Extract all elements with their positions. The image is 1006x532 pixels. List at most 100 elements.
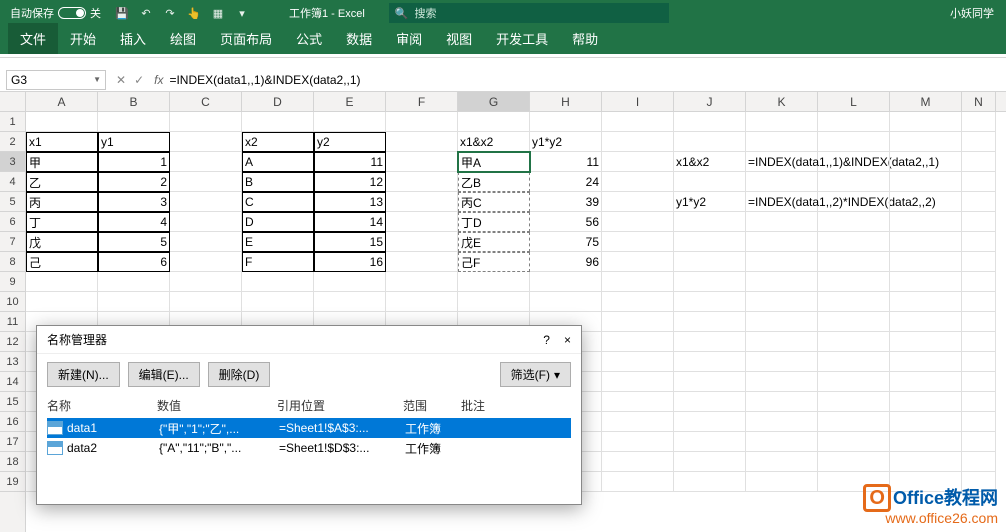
select-all-corner[interactable] [0, 92, 25, 112]
cell-J18[interactable] [674, 452, 746, 472]
cell-M4[interactable] [890, 172, 962, 192]
cell-K15[interactable] [746, 392, 818, 412]
cell-L1[interactable] [818, 112, 890, 132]
formula-input[interactable] [169, 73, 1006, 87]
new-button[interactable]: 新建(N)... [47, 362, 120, 387]
cell-A2[interactable]: x1 [26, 132, 98, 152]
cell-B2[interactable]: y1 [98, 132, 170, 152]
cell-K7[interactable] [746, 232, 818, 252]
row-header-13[interactable]: 13 [0, 352, 25, 372]
cell-D8[interactable]: F [242, 252, 314, 272]
cell-N17[interactable] [962, 432, 996, 452]
col-header-E[interactable]: E [314, 92, 386, 111]
cell-K6[interactable] [746, 212, 818, 232]
redo-icon[interactable]: ↷ [163, 6, 177, 20]
search-box[interactable]: 🔍 搜索 [389, 3, 669, 23]
cell-H3[interactable]: 11 [530, 152, 602, 172]
cell-H8[interactable]: 96 [530, 252, 602, 272]
col-header-J[interactable]: J [674, 92, 746, 111]
cell-M3[interactable] [890, 152, 962, 172]
cell-D6[interactable]: D [242, 212, 314, 232]
cell-F7[interactable] [386, 232, 458, 252]
cell-G6[interactable]: 丁D [458, 212, 530, 232]
cell-J19[interactable] [674, 472, 746, 492]
cell-E7[interactable]: 15 [314, 232, 386, 252]
cell-F2[interactable] [386, 132, 458, 152]
cell-F1[interactable] [386, 112, 458, 132]
hdr-name[interactable]: 名称 [47, 397, 157, 414]
cell-G3[interactable]: 甲A [458, 152, 530, 172]
cell-C8[interactable] [170, 252, 242, 272]
cell-D2[interactable]: x2 [242, 132, 314, 152]
cell-D7[interactable]: E [242, 232, 314, 252]
list-item[interactable]: data1 {"甲","1";"乙",... =Sheet1!$A$3:... … [47, 418, 571, 438]
cell-J13[interactable] [674, 352, 746, 372]
cell-N15[interactable] [962, 392, 996, 412]
row-header-10[interactable]: 10 [0, 292, 25, 312]
tab-developer[interactable]: 开发工具 [484, 23, 560, 54]
user-name[interactable]: 小妖同学 [942, 5, 1002, 21]
cell-D4[interactable]: B [242, 172, 314, 192]
col-header-H[interactable]: H [530, 92, 602, 111]
cell-I5[interactable] [602, 192, 674, 212]
cell-C10[interactable] [170, 292, 242, 312]
cell-F9[interactable] [386, 272, 458, 292]
cell-H7[interactable]: 75 [530, 232, 602, 252]
col-header-N[interactable]: N [962, 92, 996, 111]
cell-J17[interactable] [674, 432, 746, 452]
col-header-M[interactable]: M [890, 92, 962, 111]
cell-J8[interactable] [674, 252, 746, 272]
cell-K14[interactable] [746, 372, 818, 392]
cell-N18[interactable] [962, 452, 996, 472]
cell-N9[interactable] [962, 272, 996, 292]
cell-A4[interactable]: 乙 [26, 172, 98, 192]
tab-draw[interactable]: 绘图 [158, 23, 208, 54]
tab-file[interactable]: 文件 [8, 23, 58, 54]
cell-A8[interactable]: 己 [26, 252, 98, 272]
cell-J15[interactable] [674, 392, 746, 412]
cell-G2[interactable]: x1&x2 [458, 132, 530, 152]
cell-N6[interactable] [962, 212, 996, 232]
cell-I16[interactable] [602, 412, 674, 432]
cell-J16[interactable] [674, 412, 746, 432]
cell-I9[interactable] [602, 272, 674, 292]
cell-L16[interactable] [818, 412, 890, 432]
cell-L13[interactable] [818, 352, 890, 372]
cell-H9[interactable] [530, 272, 602, 292]
cell-J3[interactable]: x1&x2 [674, 152, 746, 172]
cell-L2[interactable] [818, 132, 890, 152]
cell-A5[interactable]: 丙 [26, 192, 98, 212]
cell-G5[interactable]: 丙C [458, 192, 530, 212]
cell-M13[interactable] [890, 352, 962, 372]
cell-I11[interactable] [602, 312, 674, 332]
cell-N13[interactable] [962, 352, 996, 372]
cell-M1[interactable] [890, 112, 962, 132]
cell-N8[interactable] [962, 252, 996, 272]
cell-L9[interactable] [818, 272, 890, 292]
cell-L10[interactable] [818, 292, 890, 312]
tab-home[interactable]: 开始 [58, 23, 108, 54]
hdr-comment[interactable]: 批注 [461, 397, 485, 414]
autosave-toggle[interactable]: 自动保存 关 [4, 5, 107, 21]
cell-F6[interactable] [386, 212, 458, 232]
cell-I8[interactable] [602, 252, 674, 272]
qat-dropdown-icon[interactable]: ▾ [235, 6, 249, 20]
cell-I13[interactable] [602, 352, 674, 372]
delete-button[interactable]: 删除(D) [208, 362, 271, 387]
undo-icon[interactable]: ↶ [139, 6, 153, 20]
cell-I2[interactable] [602, 132, 674, 152]
cell-L14[interactable] [818, 372, 890, 392]
cell-G8[interactable]: 己F [458, 252, 530, 272]
col-header-B[interactable]: B [98, 92, 170, 111]
col-header-L[interactable]: L [818, 92, 890, 111]
cell-K5[interactable]: =INDEX(data1,,2)*INDEX(data2,,2) [746, 192, 818, 212]
tab-formulas[interactable]: 公式 [284, 23, 334, 54]
row-header-12[interactable]: 12 [0, 332, 25, 352]
cell-F8[interactable] [386, 252, 458, 272]
save-icon[interactable]: 💾 [115, 6, 129, 20]
cell-E9[interactable] [314, 272, 386, 292]
row-header-7[interactable]: 7 [0, 232, 25, 252]
cell-B3[interactable]: 1 [98, 152, 170, 172]
cell-L4[interactable] [818, 172, 890, 192]
cell-H2[interactable]: y1*y2 [530, 132, 602, 152]
